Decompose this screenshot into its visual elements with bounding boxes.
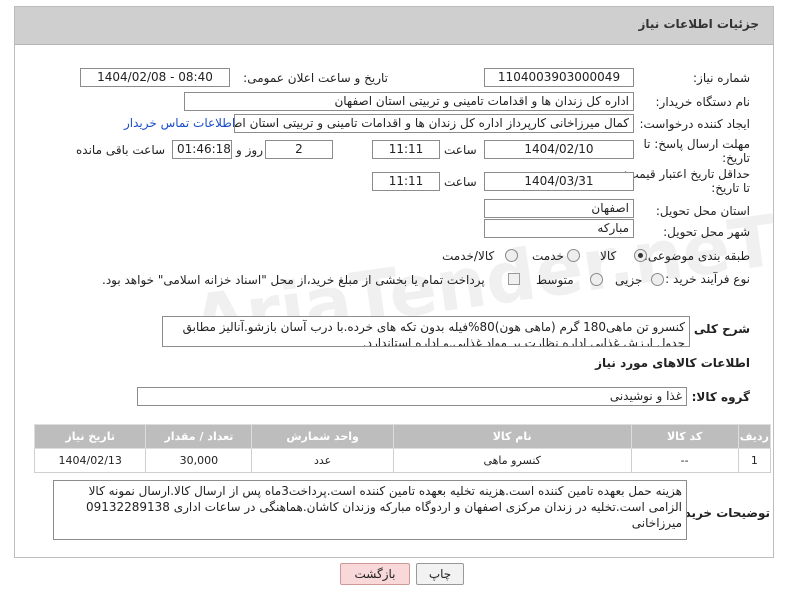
- process-label: نوع فرآیند خرید :: [665, 272, 750, 286]
- panel-title: جزئیات اطلاعات نیاز: [638, 17, 759, 31]
- deadline-time-label: ساعت: [444, 143, 477, 157]
- process-radio-medium[interactable]: [590, 273, 603, 286]
- process-option-medium: متوسط: [536, 273, 574, 287]
- cell-qty: 30,000: [145, 448, 253, 473]
- table-row: 1 -- کنسرو ماهی عدد 30,000 1404/02/13: [33, 448, 772, 473]
- category-option-goods: کالا: [600, 249, 617, 263]
- days-label: روز و: [236, 143, 263, 157]
- validity-time-field: 11:11: [372, 172, 440, 191]
- payment-note: پرداخت تمام یا بخشی از مبلغ خرید،از محل …: [102, 273, 485, 287]
- days-field: 2: [265, 140, 333, 159]
- need-number-field: 1104003903000049: [484, 68, 634, 87]
- col-header-row: ردیف: [737, 424, 772, 449]
- category-label: طبقه بندی موضوعی:: [643, 249, 750, 263]
- goods-group-label: گروه کالا:: [691, 390, 750, 404]
- description-textarea[interactable]: کنسرو تن ماهی180 گرم (ماهی هون)80%فیله ب…: [162, 316, 690, 347]
- remaining-time-field: 01:46:18: [172, 140, 232, 159]
- cell-row: 1: [737, 448, 772, 473]
- category-option-service: خدمت: [532, 249, 564, 263]
- city-label: شهر محل تحویل:: [663, 225, 750, 239]
- category-radio-goods[interactable]: [634, 249, 647, 262]
- announce-field: 1404/02/08 - 08:40: [80, 68, 230, 87]
- buyer-org-field: اداره کل زندان ها و اقدامات تامینی و ترب…: [184, 92, 634, 111]
- cell-name: کنسرو ماهی: [392, 448, 632, 473]
- category-radio-service[interactable]: [567, 249, 580, 262]
- cell-code: --: [630, 448, 739, 473]
- panel-header: جزئیات اطلاعات نیاز: [15, 7, 773, 45]
- col-header-code: کد کالا: [630, 424, 739, 449]
- buyer-org-label: نام دستگاه خریدار:: [655, 95, 751, 109]
- category-option-both: کالا/خدمت: [442, 249, 495, 263]
- col-header-date: تاریخ نیاز: [33, 424, 147, 449]
- process-option-minor: جزیی: [615, 273, 643, 287]
- deadline-time-field: 11:11: [372, 140, 440, 159]
- validity-time-label: ساعت: [444, 175, 477, 189]
- goods-info-title: اطلاعات کالاهای مورد نیاز: [595, 356, 750, 370]
- category-radio-both[interactable]: [505, 249, 518, 262]
- need-number-label: شماره نیاز:: [693, 71, 750, 85]
- cell-unit: عدد: [251, 448, 394, 473]
- validity-label: حداقل تاریخ اعتبار قیمت: تا تاریخ:: [623, 167, 750, 195]
- process-radio-minor[interactable]: [651, 273, 664, 286]
- deadline-label: مهلت ارسال پاسخ: تا تاریخ:: [643, 137, 750, 165]
- goods-group-field: غذا و نوشیدنی: [137, 387, 687, 406]
- treasury-payment-checkbox[interactable]: [508, 273, 520, 285]
- contact-info-link[interactable]: اطلاعات تماس خریدار: [124, 116, 235, 130]
- back-button[interactable]: بازگشت: [340, 563, 410, 585]
- print-button[interactable]: چاپ: [416, 563, 464, 585]
- cell-date: 1404/02/13: [33, 448, 147, 473]
- province-field: اصفهان: [484, 199, 634, 218]
- col-header-name: نام کالا: [392, 424, 632, 449]
- deadline-date-field: 1404/02/10: [484, 140, 634, 159]
- col-header-unit: واحد شمارش: [251, 424, 394, 449]
- city-field: مبارکه: [484, 219, 634, 238]
- province-label: استان محل تحویل:: [655, 204, 750, 218]
- requester-field: کمال میرزاخانی کارپرداز اداره کل زندان ه…: [234, 114, 634, 133]
- remaining-time-label: ساعت باقی مانده: [76, 143, 166, 157]
- goods-table: ردیف کد کالا نام کالا واحد شمارش تعداد /…: [33, 424, 772, 473]
- requester-label: ایجاد کننده درخواست:: [639, 117, 750, 131]
- col-header-qty: تعداد / مقدار: [145, 424, 253, 449]
- validity-date-field: 1404/03/31: [484, 172, 634, 191]
- buyer-notes-textarea[interactable]: هزینه حمل بعهده تامین کننده است.هزینه تخ…: [53, 480, 687, 540]
- announce-label: تاریخ و ساعت اعلان عمومی:: [243, 71, 388, 85]
